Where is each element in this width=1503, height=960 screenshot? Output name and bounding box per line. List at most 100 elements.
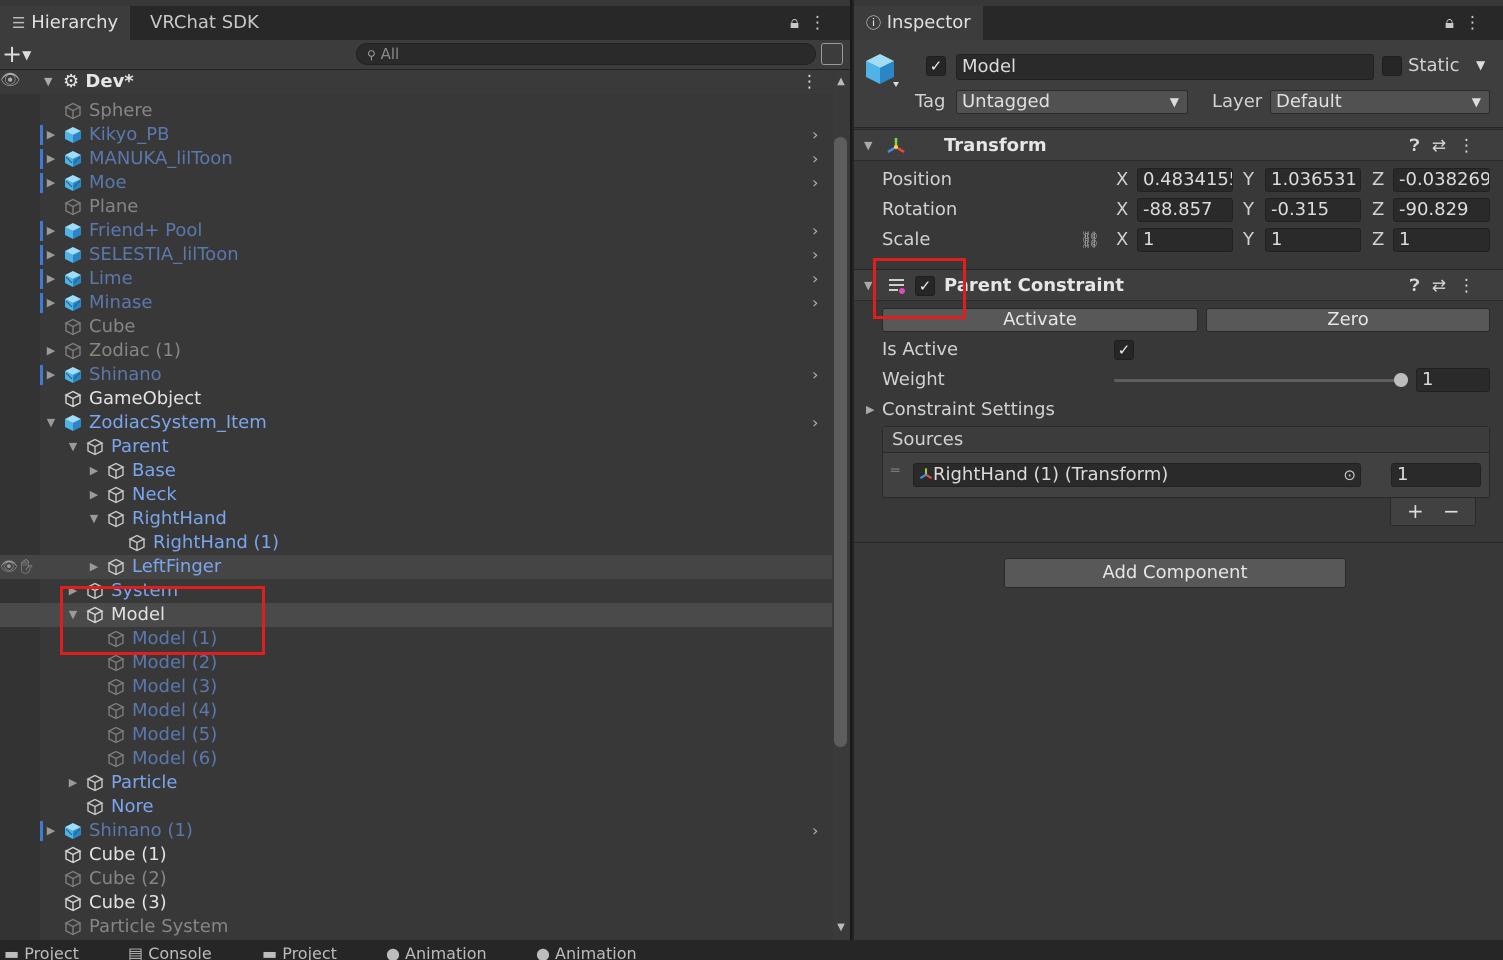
expand-arrow-icon[interactable]: ▶ [44,291,58,315]
hierarchy-scrollbar[interactable]: ▲ ▼ [833,70,849,940]
collapse-arrow-icon[interactable]: ▼ [66,435,80,459]
expand-arrow-icon[interactable]: ▶ [87,555,101,579]
expand-arrow-icon[interactable]: ▶ [66,771,80,795]
expand-arrow-icon[interactable]: ▶ [44,819,58,843]
hierarchy-row[interactable]: Particle System [0,915,832,939]
hierarchy-row[interactable]: ▼ Parent [0,435,832,459]
hierarchy-row[interactable]: ▶ Shinano (1) › [0,819,832,843]
chevron-right-icon[interactable]: › [812,123,818,147]
visibility-icon[interactable]: 👁︎ [0,70,20,89]
collapse-arrow-icon[interactable]: ▼ [864,130,872,162]
tag-dropdown[interactable]: Untagged ▼ [956,90,1188,114]
kebab-menu-icon[interactable]: ⋮ [1458,276,1487,296]
scroll-up-icon[interactable]: ▲ [833,76,849,87]
source-weight-field[interactable]: 1 [1391,463,1481,487]
chevron-right-icon[interactable]: › [812,819,818,843]
remove-source-button[interactable]: − [1443,498,1460,524]
hierarchy-row[interactable]: Cube (3) [0,891,832,915]
constrain-proportions-icon[interactable]: ⛓︎ [1080,228,1100,252]
chevron-right-icon[interactable]: › [812,267,818,291]
lock-icon[interactable]: 🔒︎ [790,13,809,33]
tab-inspector[interactable]: ⓘ Inspector [854,6,983,40]
tab-console[interactable]: ▤ Console [128,944,212,960]
drag-handle-icon[interactable]: ═ [891,463,899,479]
expand-arrow-icon[interactable]: ▶ [44,147,58,171]
hierarchy-row[interactable]: 👁︎✋︎ ▶ LeftFinger [0,555,832,579]
hierarchy-row[interactable]: RightHand (1) [0,531,832,555]
scene-header[interactable]: 👁︎ ▼ ⚙︎ Dev* ⋮ [0,70,832,94]
scrollbar-thumb[interactable] [834,137,847,747]
hierarchy-row[interactable]: ▶ Minase › [0,291,832,315]
zero-button[interactable]: Zero [1206,308,1490,332]
expand-arrow-icon[interactable]: ▶ [44,243,58,267]
hierarchy-row[interactable]: ▼ ZodiacSystem_Item › [0,411,832,435]
expand-arrow-icon[interactable]: ▶ [44,171,58,195]
kebab-menu-icon[interactable]: ⋮ [1458,136,1487,156]
expand-arrow-icon[interactable]: ▶ [44,219,58,243]
scene-collapse-arrow-icon[interactable]: ▼ [44,70,52,94]
source-object-field[interactable]: RightHand (1) (Transform) ⊙ [913,463,1361,487]
add-component-button[interactable]: Add Component [1004,558,1346,588]
position-x-field[interactable]: 0.4834155 [1137,168,1233,192]
chevron-right-icon[interactable]: › [812,219,818,243]
scale-y-field[interactable]: 1 [1265,228,1361,252]
scale-x-field[interactable]: 1 [1137,228,1233,252]
chevron-right-icon[interactable]: › [812,291,818,315]
hierarchy-row[interactable]: ▶ Kikyo_PB › [0,123,832,147]
chevron-right-icon[interactable]: › [812,171,818,195]
active-checkbox[interactable]: ✓ [926,56,946,76]
tab-project-2[interactable]: ▬ Project [262,944,337,960]
hierarchy-row[interactable]: ▶ Shinano › [0,363,832,387]
static-dropdown-icon[interactable]: ▼ [1476,58,1485,72]
expand-arrow-icon[interactable]: ▶ [866,398,874,422]
hierarchy-row[interactable]: ▶ Base [0,459,832,483]
hierarchy-row[interactable]: Model (6) [0,747,832,771]
hierarchy-row[interactable]: ▶ Moe › [0,171,832,195]
weight-slider-knob[interactable] [1394,373,1408,387]
chevron-right-icon[interactable]: › [812,147,818,171]
hierarchy-row[interactable]: ▶ Neck [0,483,832,507]
collapse-arrow-icon[interactable]: ▼ [44,411,58,435]
visibility-pick-icon[interactable]: 👁︎✋︎ [0,555,36,579]
scale-z-field[interactable]: 1 [1393,228,1490,252]
help-icon[interactable]: ❓︎ [1410,276,1432,296]
create-button[interactable]: +▼ [2,40,31,69]
search-input[interactable]: ⚲ All [356,43,816,65]
hierarchy-row[interactable]: ▼ RightHand [0,507,832,531]
expand-arrow-icon[interactable]: ▶ [44,363,58,387]
kebab-menu-icon[interactable]: ⋮ [1464,13,1491,33]
hierarchy-row[interactable]: Model (4) [0,699,832,723]
hierarchy-row[interactable]: Model (5) [0,723,832,747]
hierarchy-row[interactable]: ▶ SELESTIA_lilToon › [0,243,832,267]
hierarchy-row[interactable]: ▶ Zodiac (1) [0,339,832,363]
preset-icon[interactable]: ⇄ [1432,136,1458,156]
collapse-arrow-icon[interactable]: ▼ [864,270,872,302]
expand-arrow-icon[interactable]: ▶ [44,339,58,363]
search-options-icon[interactable] [821,43,843,65]
hierarchy-row[interactable]: GameObject [0,387,832,411]
expand-arrow-icon[interactable]: ▶ [87,459,101,483]
static-checkbox[interactable] [1382,56,1402,76]
constraint-settings-foldout[interactable]: Constraint Settings [882,398,1055,422]
scroll-down-icon[interactable]: ▼ [833,922,849,933]
position-z-field[interactable]: -0.038269 [1393,168,1490,192]
object-picker-icon[interactable]: ⊙ [1343,464,1356,486]
tab-animation[interactable]: ● Animation [386,944,487,960]
expand-arrow-icon[interactable]: ▶ [44,267,58,291]
weight-field[interactable]: 1 [1416,368,1490,392]
hierarchy-row[interactable]: Cube [0,315,832,339]
is-active-checkbox[interactable]: ✓ [1114,340,1134,360]
transform-component-header[interactable]: ▼ Transform ❓︎⇄⋮ [854,129,1503,161]
hierarchy-row[interactable]: Nore [0,795,832,819]
tab-project[interactable]: ▬ Project [4,944,79,960]
lock-icon[interactable]: 🔒︎ [1445,13,1464,33]
rotation-z-field[interactable]: -90.829 [1393,198,1490,222]
hierarchy-row[interactable]: Cube (1) [0,843,832,867]
rotation-y-field[interactable]: -0.315 [1265,198,1361,222]
tab-animation-2[interactable]: ● Animation [536,944,637,960]
add-source-button[interactable]: + [1407,498,1424,524]
chevron-right-icon[interactable]: › [812,363,818,387]
chevron-right-icon[interactable]: › [812,411,818,435]
position-y-field[interactable]: 1.036531 [1265,168,1361,192]
expand-arrow-icon[interactable]: ▶ [87,483,101,507]
